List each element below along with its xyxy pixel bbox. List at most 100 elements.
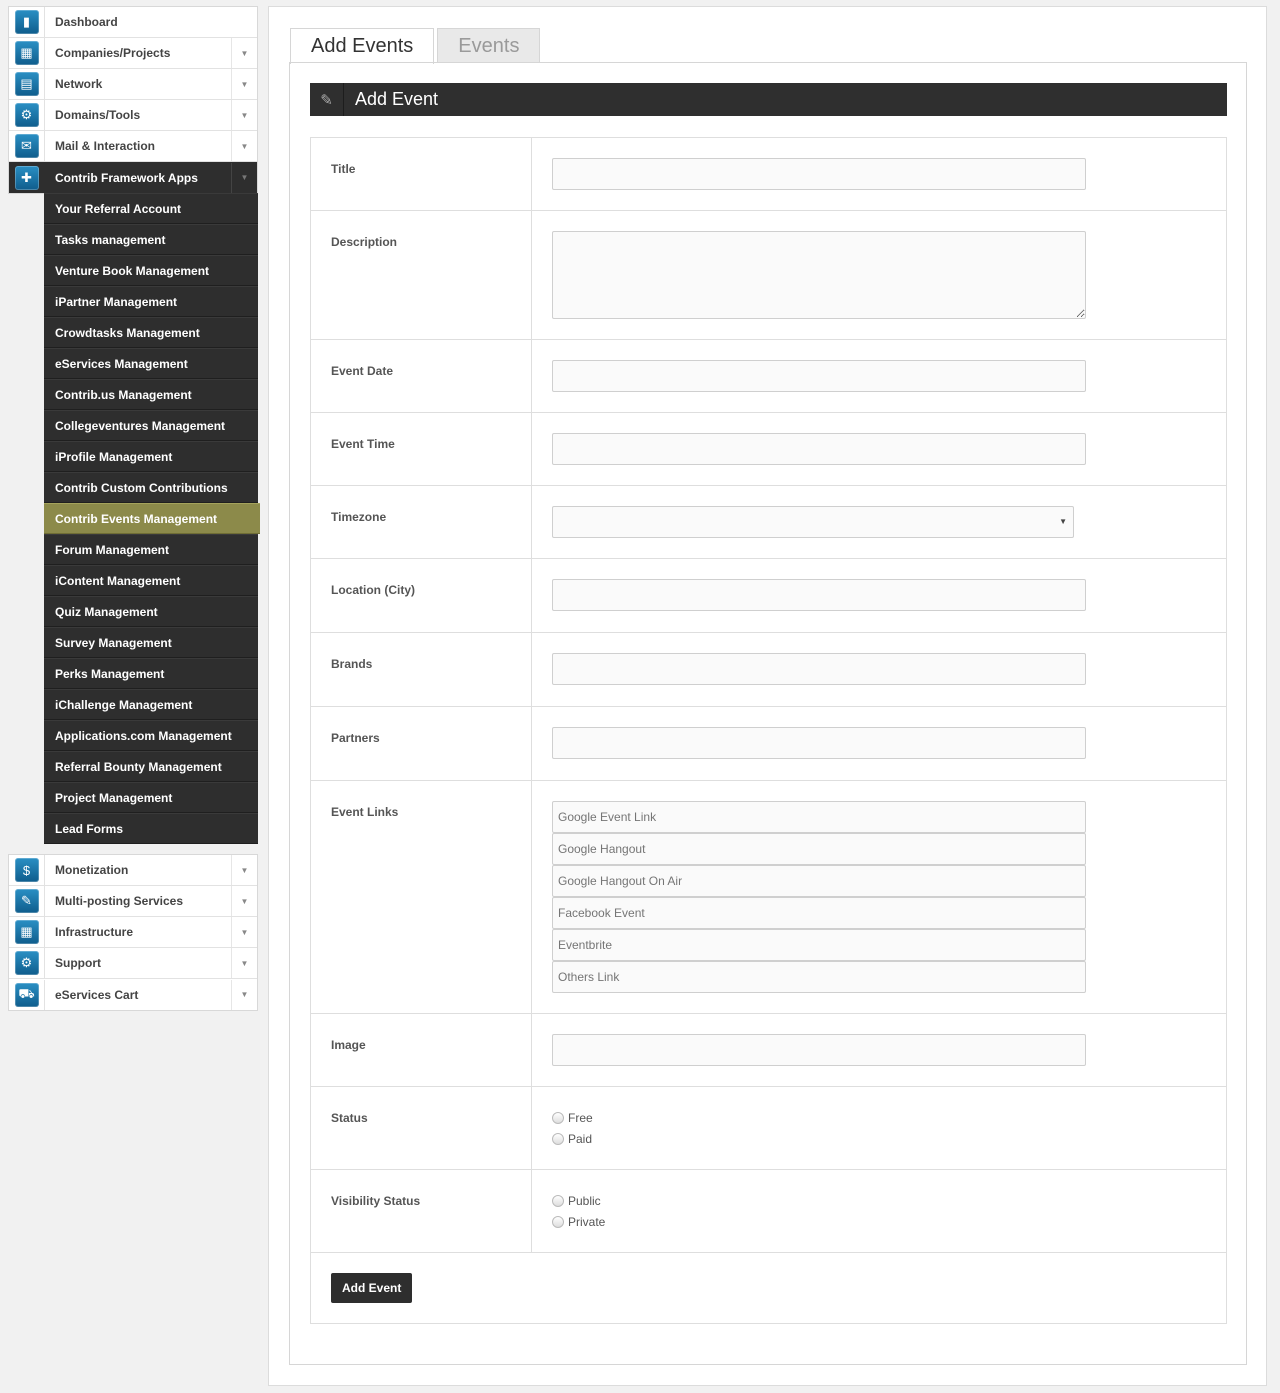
title-input[interactable] <box>552 158 1086 190</box>
eventbrite-input[interactable] <box>552 929 1086 961</box>
submenu-item[interactable]: Perks Management <box>44 658 258 689</box>
radio-button[interactable] <box>552 1194 564 1207</box>
building-icon: ▦ <box>14 41 39 65</box>
submenu-item[interactable]: iChallenge Management <box>44 689 258 720</box>
submenu-item[interactable]: iPartner Management <box>44 286 258 317</box>
submenu-item[interactable]: Applications.com Management <box>44 720 258 751</box>
main-content: Add Events Events ✎ Add Event Title Desc… <box>268 6 1267 1386</box>
add-event-button[interactable]: Add Event <box>331 1273 413 1303</box>
chevron-down-icon[interactable]: ▼ <box>231 162 257 193</box>
chevron-down-icon[interactable]: ▼ <box>231 948 257 978</box>
sidebar-bottom-menu: $ Monetization ▼ ✎ Multi-posting Service… <box>8 854 258 1011</box>
facebook-event-input[interactable] <box>552 897 1086 929</box>
sidebar-item-support[interactable]: ⚙ Support ▼ <box>9 948 257 979</box>
event-time-input[interactable] <box>552 433 1086 465</box>
radio-button[interactable] <box>552 1215 564 1228</box>
submenu-item[interactable]: Project Management <box>44 782 258 813</box>
form-row-status: Status Free Paid <box>311 1087 1226 1170</box>
timezone-label: Timezone <box>311 486 532 558</box>
submenu-item[interactable]: Survey Management <box>44 627 258 658</box>
submenu-item[interactable]: Tasks management <box>44 224 258 255</box>
form-row-visibility: Visibility Status Public Private <box>311 1170 1226 1253</box>
field-cell: Public Private <box>532 1170 1226 1252</box>
icon-cell: ✉ <box>9 131 45 161</box>
tab-bar: Add Events Events <box>290 28 543 64</box>
sidebar-item-monetization[interactable]: $ Monetization ▼ <box>9 855 257 886</box>
submenu-item[interactable]: Quiz Management <box>44 596 258 627</box>
event-date-input[interactable] <box>552 360 1086 392</box>
sidebar-item-eservices-cart[interactable]: ⛟ eServices Cart ▼ <box>9 979 257 1010</box>
sidebar-item-domains-tools[interactable]: ⚙ Domains/Tools ▼ <box>9 100 257 131</box>
icon-cell: ▦ <box>9 917 45 947</box>
puzzle-icon: ✚ <box>14 165 39 190</box>
submenu-item[interactable]: Forum Management <box>44 534 258 565</box>
sidebar-item-label: Infrastructure <box>55 925 134 939</box>
icon-cell: ⚙ <box>9 948 45 978</box>
brands-input[interactable] <box>552 653 1086 685</box>
radio-button[interactable] <box>552 1132 564 1145</box>
google-hangout-input[interactable] <box>552 833 1086 865</box>
google-hangout-on-air-input[interactable] <box>552 865 1086 897</box>
submenu-item[interactable]: iContent Management <box>44 565 258 596</box>
chevron-down-icon[interactable]: ▼ <box>231 69 257 99</box>
submenu-item[interactable]: Crowdtasks Management <box>44 317 258 348</box>
visibility-option-public[interactable]: Public <box>552 1190 1226 1211</box>
sidebar-item-network[interactable]: ▤ Network ▼ <box>9 69 257 100</box>
tab-panel: ✎ Add Event Title Description Event Date… <box>289 62 1247 1365</box>
tab-add-events[interactable]: Add Events <box>290 28 435 64</box>
sidebar-item-label: Support <box>55 956 101 970</box>
submenu-item[interactable]: Contrib Custom Contributions <box>44 472 258 503</box>
sidebar-item-label: Monetization <box>55 863 129 877</box>
timezone-select[interactable]: ▼ <box>552 506 1074 538</box>
submenu-item[interactable]: eServices Management <box>44 348 258 379</box>
cart-icon: ⛟ <box>14 982 39 1007</box>
visibility-option-private[interactable]: Private <box>552 1211 1226 1232</box>
money-icon: $ <box>14 858 39 882</box>
sidebar-item-companies-projects[interactable]: ▦ Companies/Projects ▼ <box>9 38 257 69</box>
status-option-free[interactable]: Free <box>552 1107 1226 1128</box>
field-cell <box>532 707 1226 780</box>
tab-events[interactable]: Events <box>437 28 541 63</box>
radio-label: Paid <box>568 1131 593 1146</box>
sidebar-item-label: Multi-posting Services <box>55 894 184 908</box>
panel-title: Add Event <box>355 89 439 109</box>
chevron-down-icon[interactable]: ▼ <box>231 917 257 947</box>
chevron-down-icon[interactable]: ▼ <box>231 38 257 68</box>
form-row-event-date: Event Date <box>311 340 1226 413</box>
sidebar-item-mail-interaction[interactable]: ✉ Mail & Interaction ▼ <box>9 131 257 162</box>
event-time-label: Event Time <box>311 413 532 485</box>
sidebar-item-infrastructure[interactable]: ▦ Infrastructure ▼ <box>9 917 257 948</box>
submenu-item[interactable]: iProfile Management <box>44 441 258 472</box>
submenu-item[interactable]: Lead Forms <box>44 813 258 844</box>
chevron-down-icon[interactable]: ▼ <box>231 131 257 161</box>
chevron-down-icon[interactable]: ▼ <box>231 855 257 885</box>
sidebar-item-contrib-framework-apps[interactable]: ✚ Contrib Framework Apps ▼ <box>9 162 257 193</box>
submenu-item[interactable]: Referral Bounty Management <box>44 751 258 782</box>
chevron-down-icon[interactable]: ▼ <box>231 979 257 1010</box>
status-option-paid[interactable]: Paid <box>552 1128 1226 1149</box>
image-input[interactable] <box>552 1034 1086 1066</box>
sidebar-item-multi-posting[interactable]: ✎ Multi-posting Services ▼ <box>9 886 257 917</box>
submenu-item[interactable]: Contrib.us Management <box>44 379 258 410</box>
mail-icon: ✉ <box>14 134 39 158</box>
location-input[interactable] <box>552 579 1086 611</box>
icon-cell: ▤ <box>9 69 45 99</box>
sidebar-item-dashboard[interactable]: ▮ Dashboard <box>9 7 257 38</box>
form-row-event-time: Event Time <box>311 413 1226 486</box>
form-actions: Add Event <box>311 1253 1226 1323</box>
chevron-down-icon[interactable]: ▼ <box>231 886 257 916</box>
google-event-link-input[interactable] <box>552 801 1086 833</box>
radio-button[interactable] <box>552 1111 564 1124</box>
submenu-item[interactable]: Venture Book Management <box>44 255 258 286</box>
submenu-item-selected[interactable]: Contrib Events Management <box>44 503 260 534</box>
description-textarea[interactable] <box>552 231 1086 319</box>
partners-input[interactable] <box>552 727 1086 759</box>
submenu-item[interactable]: Collegeventures Management <box>44 410 258 441</box>
chevron-down-icon[interactable]: ▼ <box>231 100 257 130</box>
submenu-item[interactable]: Your Referral Account <box>44 193 258 224</box>
field-cell <box>532 211 1226 339</box>
others-link-input[interactable] <box>552 961 1086 993</box>
sidebar: ▮ Dashboard ▦ Companies/Projects ▼ ▤ Net… <box>8 6 260 1011</box>
icon-cell: ▮ <box>9 7 45 37</box>
sidebar-submenu: Your Referral Account Tasks management V… <box>44 193 260 844</box>
